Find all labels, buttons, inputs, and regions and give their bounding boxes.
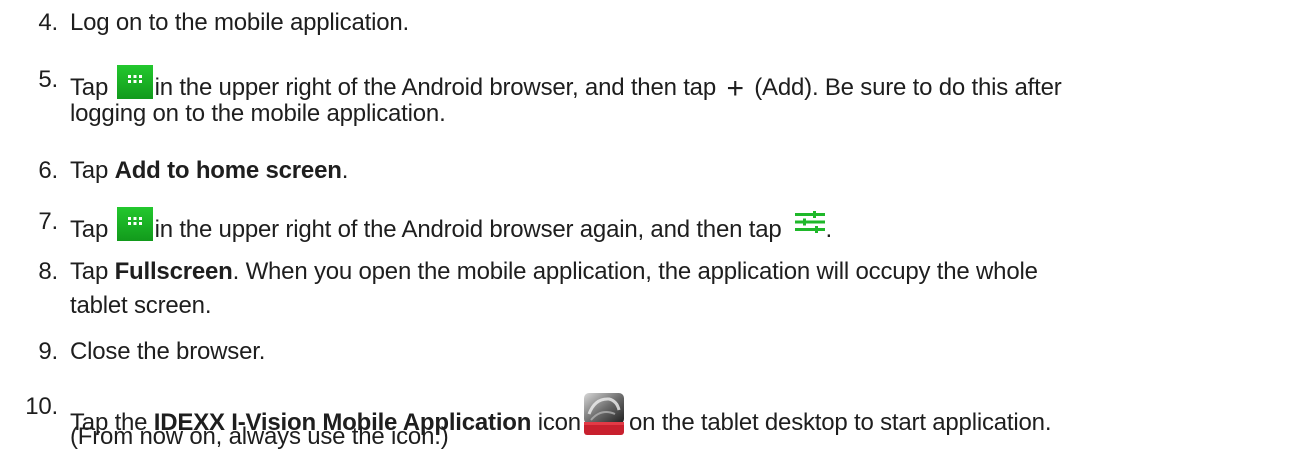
green-grid-menu-icon [116, 65, 153, 99]
step-number: 7. [38, 208, 58, 235]
step-text-pre: Tap [70, 258, 115, 285]
green-grid-menu-icon [116, 207, 153, 241]
ui-label-fullscreen: Fullscreen [114, 258, 233, 285]
green-sliders-icon [795, 211, 826, 233]
step-text-post: . [341, 157, 349, 184]
step-text-mid: icon [531, 409, 581, 436]
step-text-line2: tablet screen. [70, 292, 212, 319]
step-number: 8. [38, 258, 58, 285]
ui-label-add-to-home-screen: Add to home screen [114, 157, 342, 184]
step-text-post: on the tablet desktop to start applicati… [628, 409, 1052, 436]
x-ray-app-icon [583, 392, 625, 436]
step-text-line2: logging on to the mobile application. [70, 100, 446, 127]
step-text: Log on to the mobile application. [70, 9, 409, 36]
step-number: 4. [38, 9, 58, 36]
step-text: Close the browser. [70, 338, 266, 365]
step-number: 6. [38, 157, 58, 184]
step-text-mid: in the upper right of the Android browse… [154, 216, 782, 243]
step-text-pre: Tap [70, 216, 109, 243]
step-text-pre: Tap [70, 74, 109, 101]
step-text-post: . When you open the mobile application, … [232, 258, 1038, 285]
step-number: 9. [38, 338, 58, 365]
step-text-post: (Add). Be sure to do this after [754, 74, 1062, 101]
step-text-pre: Tap [70, 157, 115, 184]
step-text-mid: in the upper right of the Android browse… [154, 74, 717, 101]
step-text-post: . [825, 216, 832, 243]
step-number: 10. [25, 393, 58, 420]
step-number: 5. [38, 66, 58, 93]
plus-icon: + [726, 72, 744, 105]
